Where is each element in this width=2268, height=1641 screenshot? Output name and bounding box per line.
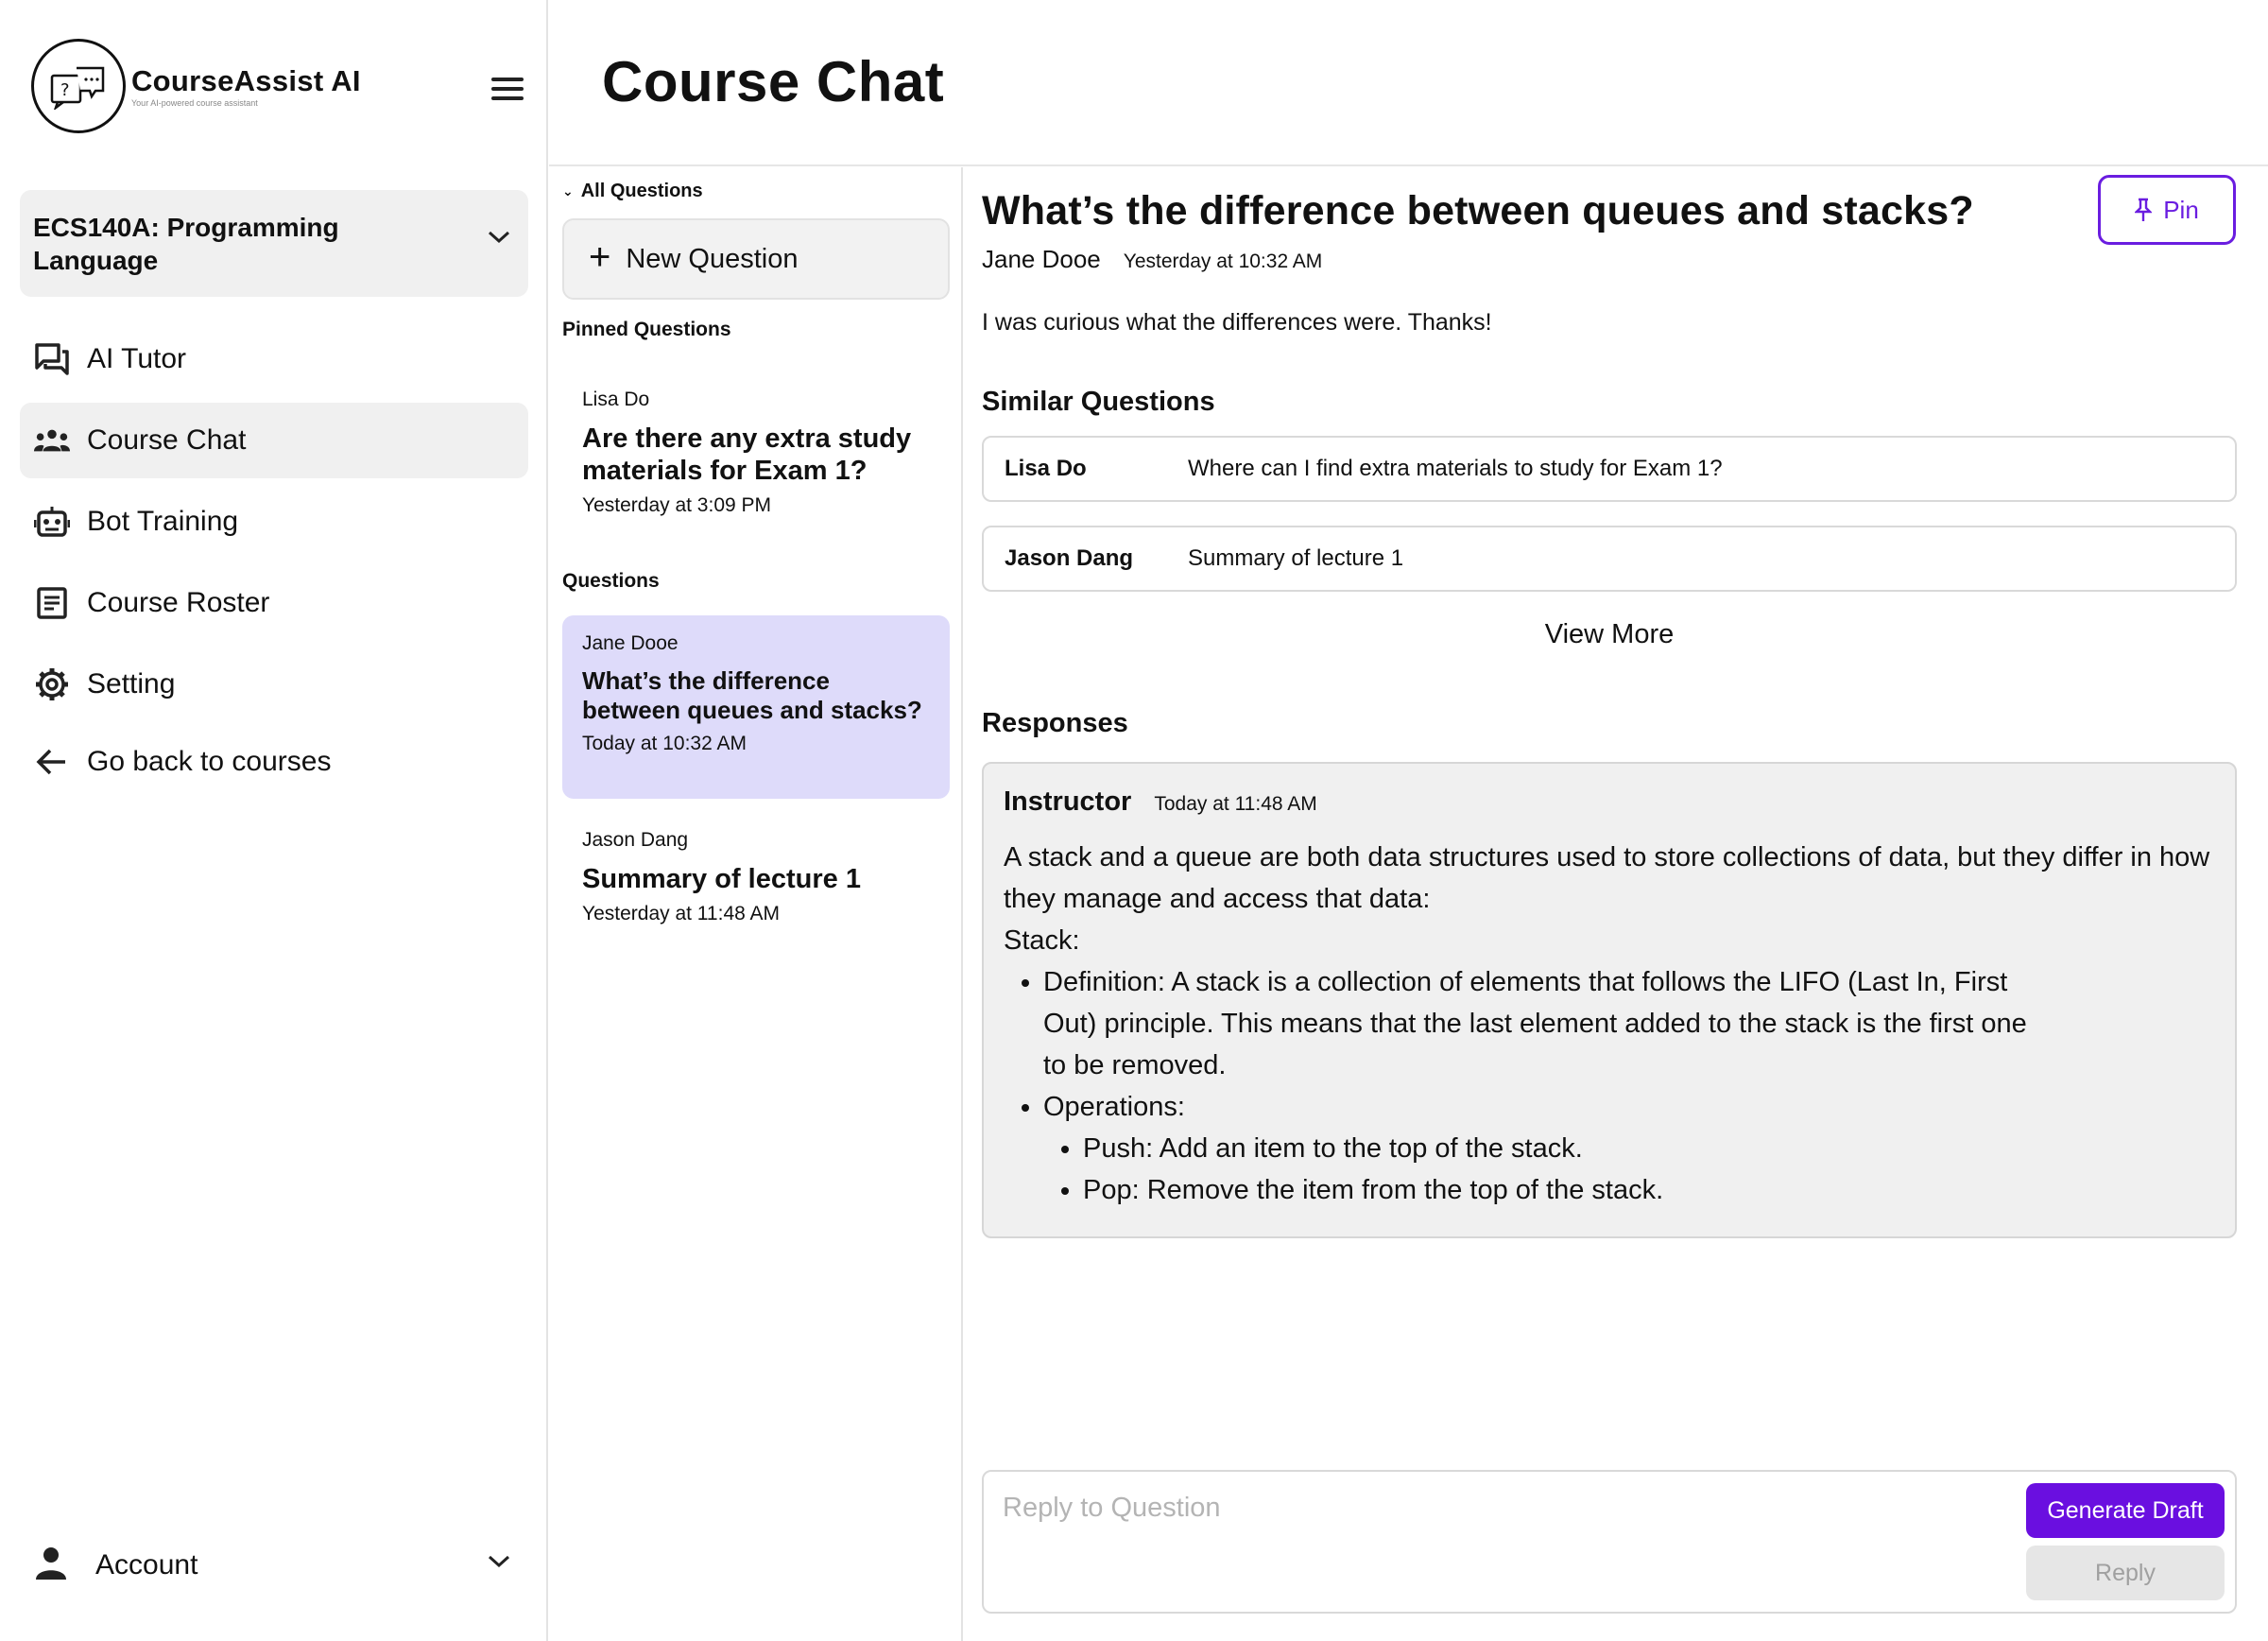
response-bullet-list: Definition: A stack is a collection of e… xyxy=(1043,961,2215,1211)
question-time: Yesterday at 3:09 PM xyxy=(582,494,772,516)
new-question-button[interactable]: + New Question xyxy=(562,218,950,300)
question-detail-time: Yesterday at 10:32 AM xyxy=(1123,250,1323,272)
sidebar-item-course-roster[interactable]: Course Roster xyxy=(20,565,528,641)
question-card-selected[interactable]: Jane Dooe What’s the difference between … xyxy=(562,615,950,799)
response-sub-bullet: Pop: Remove the item from the top of the… xyxy=(1083,1169,2215,1211)
sidebar-item-course-chat[interactable]: Course Chat xyxy=(20,403,528,478)
app-tagline: Your AI-powered course assistant xyxy=(131,98,258,108)
questions-heading: Questions xyxy=(562,570,660,592)
response-author: Instructor xyxy=(1004,786,1132,817)
page-header: Course Chat xyxy=(549,0,2268,166)
page-title: Course Chat xyxy=(602,50,945,113)
response-sub-bullet: Push: Add an item to the top of the stac… xyxy=(1083,1128,2215,1169)
sidebar-item-label: AI Tutor xyxy=(87,343,187,374)
similar-question-text: Where can I find extra materials to stud… xyxy=(1188,456,1723,481)
sidebar: ? CourseAssist AI Your AI-powered course… xyxy=(0,0,548,1641)
sidebar-item-ai-tutor[interactable]: AI Tutor xyxy=(20,321,528,397)
all-questions-toggle[interactable]: ⌄ All Questions xyxy=(562,181,703,202)
response-bullet: Operations: xyxy=(1043,1092,1185,1122)
document-list-icon xyxy=(33,584,71,622)
account-menu[interactable]: Account xyxy=(20,1528,528,1603)
question-title: Are there any extra study materials for … xyxy=(582,423,912,486)
reply-input[interactable] xyxy=(1003,1489,1995,1527)
chevron-down-icon: ⌄ xyxy=(562,183,574,199)
sidebar-item-label: Course Roster xyxy=(87,587,270,618)
course-name: ECS140A: Programming Language xyxy=(33,213,339,275)
svg-text:?: ? xyxy=(60,80,70,100)
response-intro: A stack and a queue are both data struct… xyxy=(1004,842,2210,914)
similar-questions-heading: Similar Questions xyxy=(982,387,1215,417)
question-author: Lisa Do xyxy=(582,389,650,410)
response-sub-bullet-list: Push: Add an item to the top of the stac… xyxy=(1083,1128,2215,1211)
response-card: Instructor Today at 11:48 AM A stack and… xyxy=(982,762,2237,1238)
app-logo[interactable]: ? CourseAssist AI Your AI-powered course… xyxy=(31,39,361,133)
response-bullet-group: Operations: Push: Add an item to the top… xyxy=(1043,1086,2215,1211)
chevron-down-icon xyxy=(488,1555,510,1568)
logo-chat-icon: ? xyxy=(31,39,126,133)
sidebar-item-label: Course Chat xyxy=(87,424,247,456)
response-time: Today at 11:48 AM xyxy=(1154,793,1317,815)
question-list-panel: ⌄ All Questions + New Question Pinned Qu… xyxy=(549,167,963,1641)
people-group-icon xyxy=(33,422,71,459)
question-title: Summary of lecture 1 xyxy=(582,864,861,894)
robot-icon xyxy=(33,503,71,541)
question-time: Yesterday at 11:48 AM xyxy=(582,903,780,924)
all-questions-label: All Questions xyxy=(580,181,703,201)
sidebar-item-label: Setting xyxy=(87,668,176,700)
sidebar-nav: AI Tutor Course Chat Bot Training Course… xyxy=(20,321,528,802)
chat-bubbles-icon xyxy=(33,340,71,378)
question-detail-body: I was curious what the differences were.… xyxy=(982,309,1492,336)
similar-question-row[interactable]: Lisa Do Where can I find extra materials… xyxy=(982,436,2237,502)
question-author: Jason Dang xyxy=(582,829,689,851)
gear-icon xyxy=(33,665,71,703)
reply-composer: Generate Draft Reply xyxy=(982,1470,2237,1614)
sidebar-item-go-back[interactable]: Go back to courses xyxy=(20,728,528,796)
reply-button[interactable]: Reply xyxy=(2026,1546,2225,1600)
question-detail-title: What’s the difference between queues and… xyxy=(982,188,1974,233)
person-icon xyxy=(35,1546,67,1585)
question-time: Today at 10:32 AM xyxy=(582,733,747,754)
question-detail-meta: Jane Dooe Yesterday at 10:32 AM xyxy=(982,245,1322,274)
response-bullet: Definition: A stack is a collection of e… xyxy=(1043,961,2215,1086)
pin-label: Pin xyxy=(2163,195,2199,224)
new-question-label: New Question xyxy=(626,243,799,274)
pin-icon xyxy=(2135,198,2153,221)
pinned-question-card[interactable]: Lisa Do Are there any extra study materi… xyxy=(562,371,950,534)
hamburger-menu-icon[interactable] xyxy=(491,78,524,102)
response-section-heading: Stack: xyxy=(1004,925,1080,956)
sidebar-item-label: Go back to courses xyxy=(87,746,332,777)
arrow-left-icon xyxy=(33,743,71,781)
similar-question-row[interactable]: Jason Dang Summary of lecture 1 xyxy=(982,526,2237,592)
app-name: CourseAssist AI xyxy=(131,64,361,97)
pin-button[interactable]: Pin xyxy=(2098,175,2236,245)
response-body: A stack and a queue are both data struct… xyxy=(1004,837,2215,1211)
question-title: What’s the difference between queues and… xyxy=(582,666,922,724)
similar-question-text: Summary of lecture 1 xyxy=(1188,545,1404,571)
sidebar-item-bot-training[interactable]: Bot Training xyxy=(20,484,528,560)
chevron-down-icon xyxy=(488,231,510,244)
question-card[interactable]: Jason Dang Summary of lecture 1 Yesterda… xyxy=(562,812,950,942)
question-detail-panel: What’s the difference between queues and… xyxy=(964,167,2268,1641)
similar-question-author: Jason Dang xyxy=(1005,545,1134,571)
question-detail-author: Jane Dooe xyxy=(982,245,1101,273)
view-more-link[interactable]: View More xyxy=(982,619,2237,650)
pinned-questions-heading: Pinned Questions xyxy=(562,319,731,340)
account-label: Account xyxy=(95,1549,198,1581)
similar-question-author: Lisa Do xyxy=(1005,456,1087,481)
plus-icon: + xyxy=(589,236,611,278)
course-selector[interactable]: ECS140A: Programming Language xyxy=(20,190,528,297)
responses-heading: Responses xyxy=(982,708,1128,738)
generate-draft-button[interactable]: Generate Draft xyxy=(2026,1483,2225,1538)
sidebar-item-setting[interactable]: Setting xyxy=(20,647,528,722)
question-author: Jane Dooe xyxy=(582,632,679,654)
sidebar-item-label: Bot Training xyxy=(87,506,239,537)
